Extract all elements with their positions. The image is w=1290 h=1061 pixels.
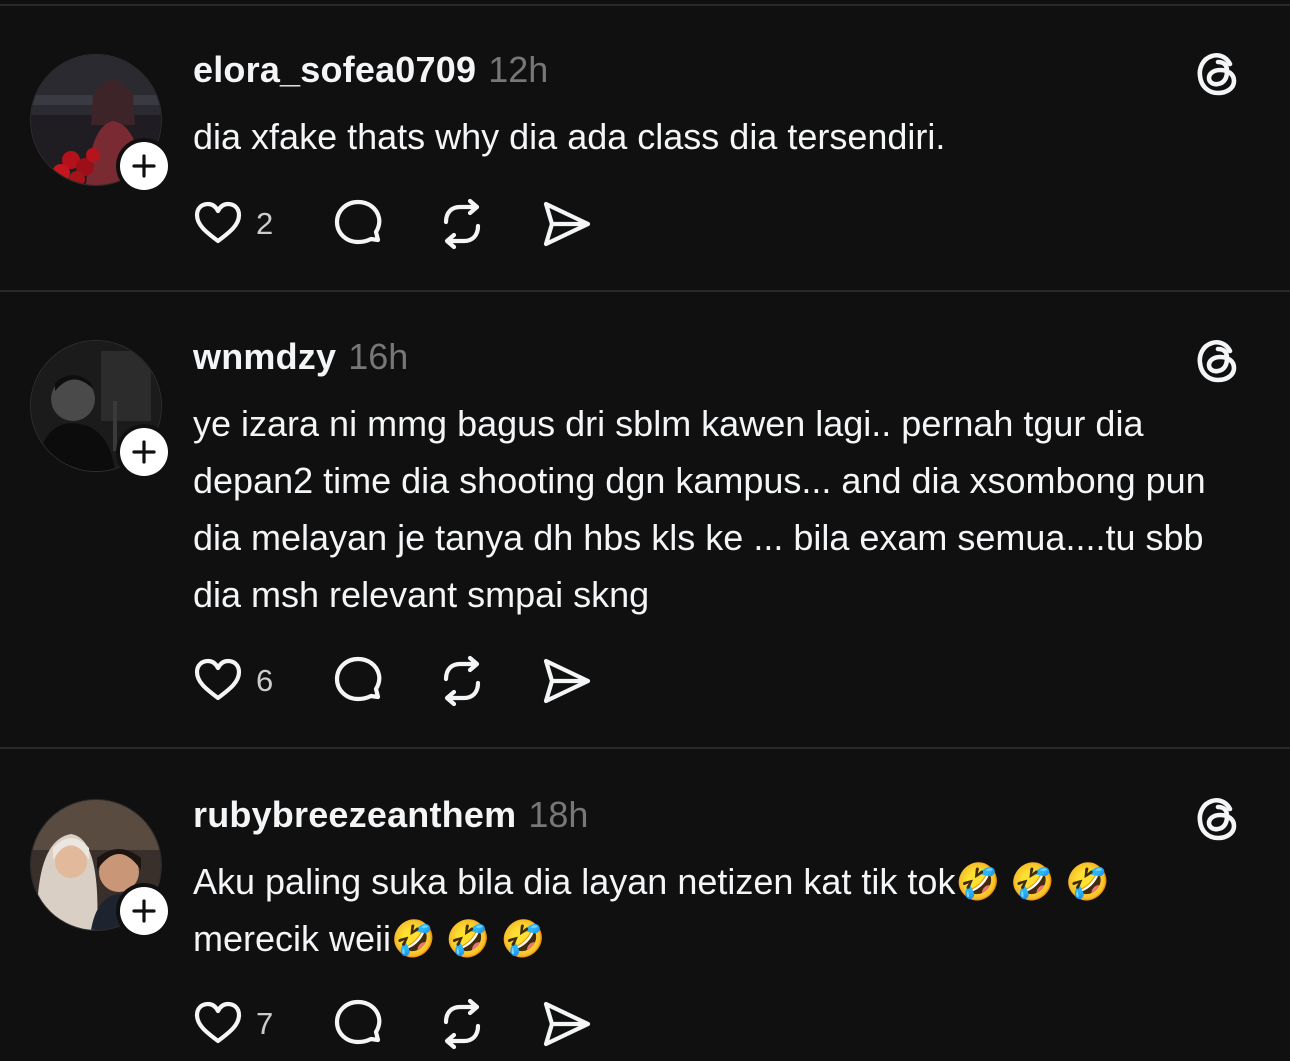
repost-icon [443, 998, 481, 1050]
timestamp: 16h [348, 336, 409, 377]
plus-icon [132, 440, 156, 464]
plus-icon [132, 899, 156, 923]
post: rubybreezeanthem 18h Aku paling suka bil… [0, 748, 1290, 1061]
threads-logo-icon[interactable] [1190, 46, 1246, 102]
action-bar: 6 [190, 653, 642, 709]
action-bar: 7 [190, 996, 642, 1052]
like-count: 7 [256, 1006, 274, 1041]
post: wnmdzy 16h ye izara ni mmg bagus dri sbl… [0, 292, 1290, 749]
timestamp: 12h [488, 49, 549, 90]
action-bar: 2 [190, 196, 642, 252]
avatar-wrap[interactable] [30, 54, 172, 194]
heart-icon [194, 1001, 242, 1044]
repost-icon [443, 655, 481, 707]
avatar-wrap[interactable] [30, 799, 172, 939]
reply-button[interactable] [330, 196, 386, 252]
share-button[interactable] [538, 996, 594, 1052]
repost-icon [443, 198, 481, 250]
post-text: Aku paling suka bila dia layan netizen k… [193, 861, 1110, 959]
post-header: wnmdzy 16h [193, 336, 408, 378]
username[interactable]: rubybreezeanthem [193, 794, 516, 836]
avatar-wrap[interactable] [30, 340, 172, 480]
reply-button[interactable] [330, 653, 386, 709]
share-icon [543, 1001, 591, 1047]
share-icon [543, 658, 591, 704]
threads-logo-icon[interactable] [1190, 791, 1246, 847]
username[interactable]: wnmdzy [193, 336, 336, 378]
post: elora_sofea0709 12h dia xfake thats why … [0, 0, 1290, 292]
threads-logo-icon[interactable] [1190, 333, 1246, 389]
follow-button[interactable] [116, 424, 172, 480]
reply-button[interactable] [330, 996, 386, 1052]
timestamp: 18h [528, 794, 589, 835]
comment-icon [334, 199, 382, 245]
repost-button[interactable] [434, 996, 490, 1052]
like-count: 2 [256, 206, 274, 241]
repost-button[interactable] [434, 653, 490, 709]
like-button[interactable]: 7 [190, 996, 282, 1052]
post-header: rubybreezeanthem 18h [193, 794, 588, 836]
username[interactable]: elora_sofea0709 [193, 49, 476, 91]
like-button[interactable]: 6 [190, 653, 282, 709]
like-button[interactable]: 2 [190, 196, 282, 252]
share-icon [543, 201, 591, 247]
heart-icon [194, 201, 242, 244]
heart-icon [194, 658, 242, 701]
share-button[interactable] [538, 196, 594, 252]
follow-button[interactable] [116, 138, 172, 194]
share-button[interactable] [538, 653, 594, 709]
post-header: elora_sofea0709 12h [193, 49, 548, 91]
follow-button[interactable] [116, 883, 172, 939]
post-text: dia xfake thats why dia ada class dia te… [193, 116, 946, 157]
comment-icon [334, 656, 382, 702]
post-text: ye izara ni mmg bagus dri sblm kawen lag… [193, 403, 1206, 615]
comment-icon [334, 999, 382, 1045]
repost-button[interactable] [434, 196, 490, 252]
like-count: 6 [256, 663, 274, 698]
plus-icon [132, 154, 156, 178]
